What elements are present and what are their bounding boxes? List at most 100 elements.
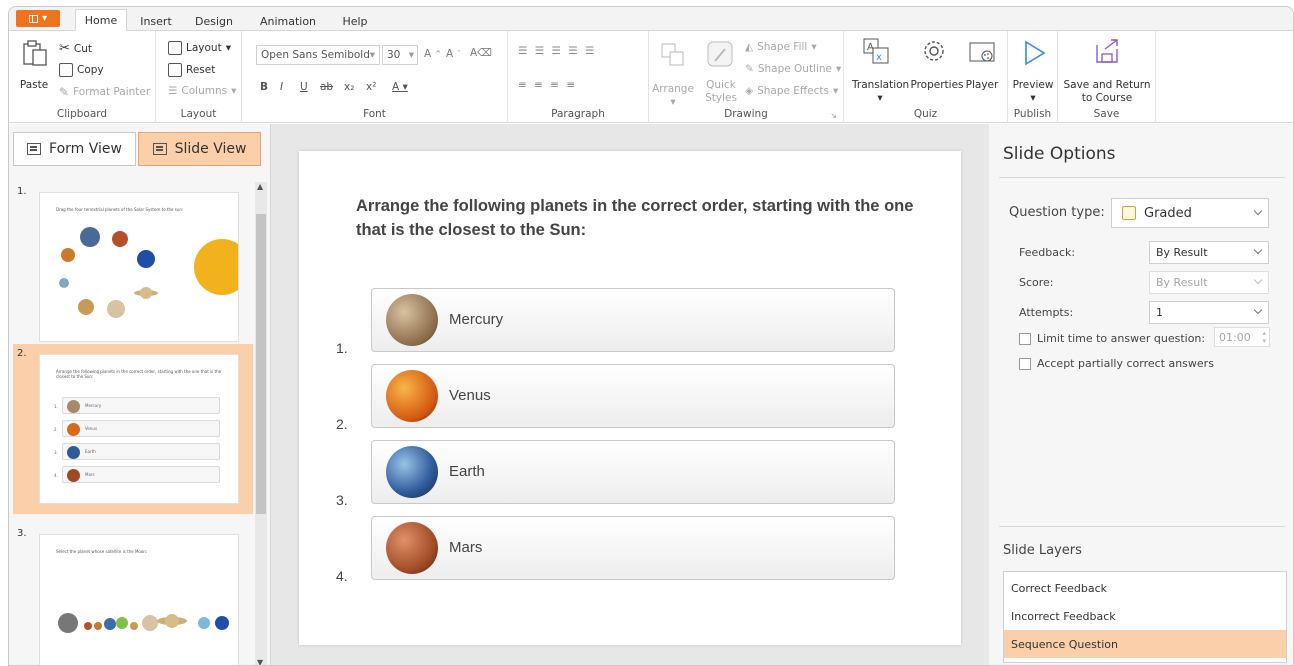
pen-icon: ✎: [745, 63, 754, 75]
limit-time-value: 01:00: [1219, 330, 1251, 344]
scroll-down-icon[interactable]: ▼: [257, 658, 263, 665]
slides-pane: Form View Slide View 1. Drag the four te…: [9, 124, 271, 665]
thumbnail-item-number: 2.: [54, 427, 58, 432]
properties-button[interactable]: Properties: [908, 79, 966, 92]
group-label-paragraph: Paragraph: [551, 108, 605, 120]
thumbnail-item: Mercury: [62, 397, 220, 414]
feedback-select[interactable]: By Result: [1149, 241, 1269, 264]
superscript-button[interactable]: x²: [366, 81, 376, 93]
subscript-button[interactable]: x₂: [344, 81, 354, 93]
thumbnail-item: Venus: [62, 420, 220, 437]
score-label: Score:: [1019, 276, 1054, 289]
reset-button[interactable]: Reset: [168, 63, 215, 77]
tab-design[interactable]: Design: [189, 10, 239, 32]
accept-partial-label: Accept partially correct answers: [1037, 357, 1214, 370]
tab-home[interactable]: Home: [75, 9, 127, 31]
reset-icon: [168, 63, 182, 77]
form-view-button[interactable]: Form View: [13, 132, 136, 166]
question-text[interactable]: Arrange the following planets in the cor…: [356, 194, 916, 242]
ribbon: Paste ✂ Cut Copy ✎ Format Painter Clipbo…: [9, 31, 1293, 123]
layer-correct-feedback[interactable]: Correct Feedback: [1004, 574, 1286, 602]
thumbnail-title: Arrange the following planets in the cor…: [56, 369, 222, 379]
app-menu-button[interactable]: ▾: [16, 10, 60, 27]
thumbnail-item-label: Earth: [85, 449, 96, 454]
paste-button[interactable]: Paste: [17, 79, 51, 92]
font-color-button[interactable]: A ▾: [392, 81, 408, 93]
score-select[interactable]: By Result: [1149, 271, 1269, 294]
svg-text:x: x: [876, 52, 882, 63]
slide-thumbnails: 1. Drag the four terrestrial planets of …: [13, 182, 253, 665]
layout-button[interactable]: Layout ▾: [168, 41, 231, 55]
slide-view-button[interactable]: Slide View: [138, 132, 261, 166]
limit-time-checkbox[interactable]: [1019, 333, 1031, 345]
answer-item[interactable]: Mars: [371, 516, 895, 580]
app-menu-icon: [28, 14, 38, 23]
layer-incorrect-feedback[interactable]: Incorrect Feedback: [1004, 602, 1286, 630]
cut-label: Cut: [73, 42, 93, 55]
chevron-down-icon: ▾: [408, 49, 414, 61]
thumbnails-scrollbar[interactable]: ▲ ▼: [255, 182, 267, 665]
answer-item[interactable]: Earth: [371, 440, 895, 504]
group-save: Save and Return to Course Save: [1058, 31, 1156, 123]
group-layout: Layout ▾ Reset ☰ Columns ▾ Layout: [156, 31, 242, 123]
tab-insert[interactable]: Insert: [133, 10, 179, 32]
group-publish: Preview ▾ Publish: [1008, 31, 1058, 123]
dialog-launcher-icon[interactable]: ↘: [830, 111, 837, 120]
tab-help[interactable]: Help: [335, 10, 375, 32]
format-painter-button[interactable]: ✎ Format Painter: [59, 85, 150, 99]
shrink-font-button[interactable]: Aˇ: [446, 48, 461, 60]
quick-styles-button[interactable]: Quick Styles: [699, 79, 743, 105]
copy-label: Copy: [77, 64, 104, 76]
layer-sequence-question[interactable]: Sequence Question: [1004, 630, 1286, 658]
scroll-up-icon[interactable]: ▲: [257, 182, 263, 191]
slide-thumbnail-1[interactable]: 1. Drag the four terrestrial planets of …: [13, 182, 253, 352]
spinner-icon[interactable]: ▴ ▾: [1262, 329, 1266, 345]
score-value: By Result: [1156, 276, 1208, 289]
group-label-quiz: Quiz: [913, 108, 938, 120]
align-icons[interactable]: ≡ ≡ ≡ ≡: [518, 79, 577, 91]
grow-font-button[interactable]: A ^: [424, 48, 441, 60]
answer-item[interactable]: Mercury: [371, 288, 895, 352]
save-return-button[interactable]: Save and Return to Course: [1058, 79, 1156, 105]
shape-fill-button[interactable]: ◭ Shape Fill ▾: [745, 41, 817, 53]
slide-thumbnail-3[interactable]: 3. Select the planet whose satellite is …: [13, 524, 253, 665]
scrollbar-thumb[interactable]: [256, 214, 266, 514]
attempts-select[interactable]: 1: [1149, 301, 1269, 324]
translation-button[interactable]: Translation ▾: [852, 79, 909, 105]
slide-canvas: Arrange the following planets in the cor…: [271, 124, 989, 665]
answer-item[interactable]: Venus: [371, 364, 895, 428]
question-type-value: Graded: [1144, 205, 1192, 221]
chevron-down-icon: ▾: [225, 42, 231, 54]
shape-outline-label: Shape Outline: [757, 63, 833, 75]
clear-format-icon[interactable]: A⌫: [470, 47, 492, 59]
accept-partial-checkbox[interactable]: [1019, 358, 1031, 370]
limit-time-input[interactable]: 01:00 ▴ ▾: [1214, 327, 1270, 347]
slide-options-pane: Slide Options Question type: Graded Feed…: [989, 124, 1293, 665]
slide[interactable]: Arrange the following planets in the cor…: [299, 151, 961, 645]
bullets-icon[interactable]: ☰ ☰ ☰ ☰ ☰: [518, 45, 596, 57]
answer-label: Mars: [449, 539, 483, 556]
underline-button[interactable]: U: [300, 81, 308, 93]
question-type-select[interactable]: Graded: [1111, 198, 1269, 228]
thumbnail-item: Mars: [62, 466, 220, 483]
slide-layers-title: Slide Layers: [1003, 543, 1082, 558]
divider: [999, 526, 1285, 527]
bold-button[interactable]: B: [260, 81, 268, 93]
copy-button[interactable]: Copy: [59, 63, 104, 77]
slide-thumbnail-2[interactable]: 2. Arrange the following planets in the …: [13, 344, 253, 514]
strikethrough-button[interactable]: ab: [320, 81, 333, 93]
cut-button[interactable]: ✂ Cut: [59, 41, 92, 56]
arrange-icon: [661, 43, 684, 66]
shape-outline-button[interactable]: ✎ Shape Outline ▾: [745, 63, 841, 75]
columns-button[interactable]: ☰ Columns ▾: [168, 85, 236, 97]
font-size-select[interactable]: 30 ▾: [382, 45, 418, 65]
shape-effects-button[interactable]: ◈ Shape Effects ▾: [745, 85, 838, 97]
font-family-select[interactable]: Open Sans Semibold ▾: [256, 45, 380, 65]
arrange-button[interactable]: Arrange ▾: [651, 83, 695, 109]
layout-label: Layout: [186, 42, 222, 54]
italic-button[interactable]: I: [280, 81, 283, 93]
player-button[interactable]: Player: [964, 79, 1000, 92]
group-clipboard: Paste ✂ Cut Copy ✎ Format Painter Clipbo…: [9, 31, 156, 123]
preview-button[interactable]: Preview ▾: [1008, 79, 1058, 105]
tab-animation[interactable]: Animation: [255, 10, 321, 32]
